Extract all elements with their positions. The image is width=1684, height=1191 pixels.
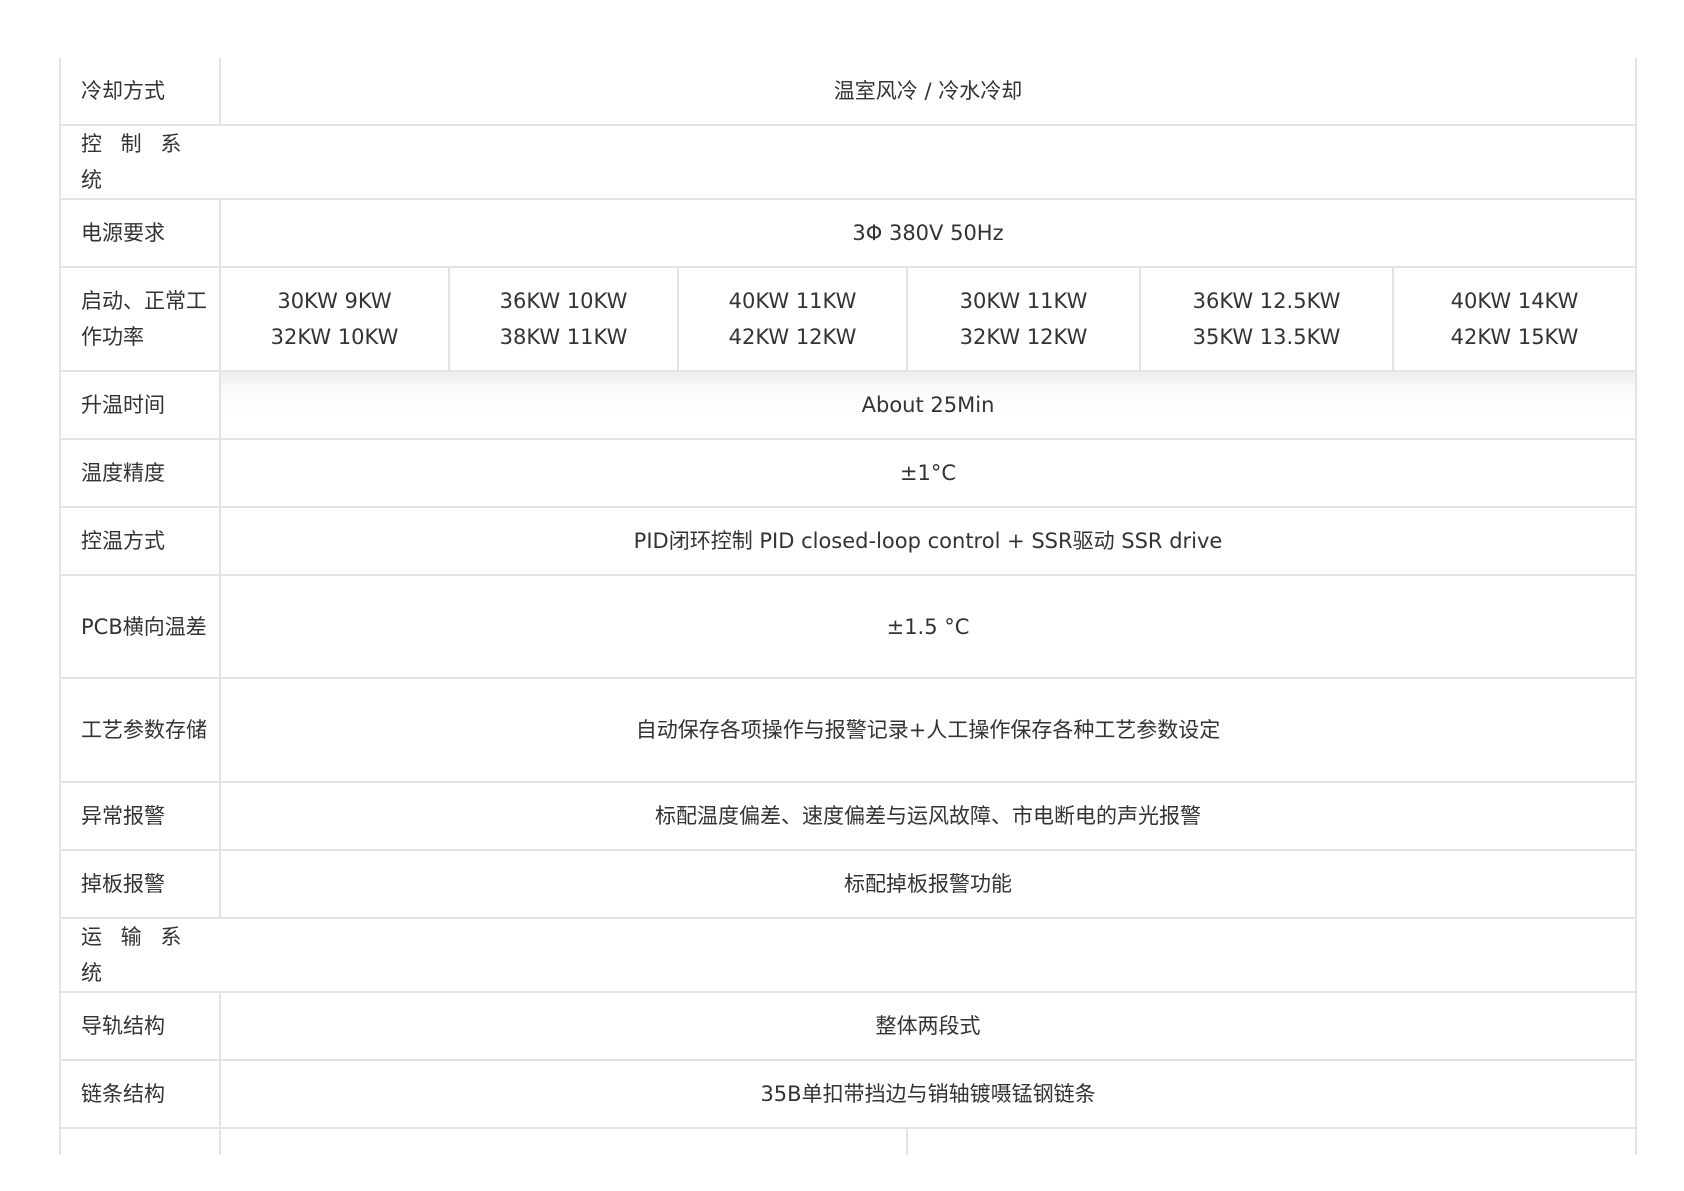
row-temp-accuracy: 温度精度 ±1°C [59,438,1638,508]
param-storage-value: 自动保存各项操作与报警记录+人工操作保存各种工艺参数设定 [218,677,1638,783]
transport-section-spacer [220,917,1638,993]
row-rail-structure: 导轨结构 整体两段式 [59,991,1638,1061]
power-rating-cell: 36KW 10KW 38KW 11KW [448,266,679,372]
row-chain-structure: 链条结构 35B单扣带挡边与销轴镀嗫锰钢链条 [59,1059,1638,1129]
power-rating-line: 38KW 11KW [499,325,628,349]
row-pcb-temp-diff: PCB横向温差 ±1.5 °C [59,574,1638,679]
power-rating-line: 30KW 9KW [277,289,392,313]
abnormal-alarm-label: 异常报警 [59,781,221,851]
row-param-storage: 工艺参数存储 自动保存各项操作与报警记录+人工操作保存各种工艺参数设定 [59,677,1638,783]
board-drop-alarm-label: 掉板报警 [59,849,221,919]
power-rating-line: 36KW 12.5KW [1192,289,1341,313]
abnormal-alarm-value: 标配温度偏差、速度偏差与运风故障、市电断电的声光报警 [218,781,1638,851]
power-rating-cell: 30KW 9KW 32KW 10KW [219,266,450,372]
transport-section-title: 运 输 系 统 [59,917,220,993]
power-rating-line: 40KW 14KW [1450,289,1579,313]
partial-cell [219,1127,908,1155]
power-rating-line: 40KW 11KW [728,289,857,313]
heatup-time-value: About 25Min [218,370,1638,440]
control-section-title: 控 制 系 统 [59,124,220,200]
row-heatup-time: 升温时间 About 25Min [59,370,1638,440]
partial-cell [905,1127,1638,1155]
power-rating-cell: 30KW 11KW 32KW 12KW [906,266,1141,372]
cooling-label: 冷却方式 [59,58,221,126]
power-rating-line: 42KW 12KW [728,325,857,349]
row-abnormal-alarm: 异常报警 标配温度偏差、速度偏差与运风故障、市电断电的声光报警 [59,781,1638,851]
power-rating-line: 36KW 10KW [499,289,628,313]
board-drop-alarm-value: 标配掉板报警功能 [218,849,1638,919]
temp-accuracy-value: ±1°C [218,438,1638,508]
pcb-temp-diff-value: ±1.5 °C [218,574,1638,679]
section-transport-system: 运 输 系 统 [59,917,1638,993]
power-rating-line: 35KW 13.5KW [1192,325,1341,349]
row-partial [59,1127,1638,1155]
row-board-drop-alarm: 掉板报警 标配掉板报警功能 [59,849,1638,919]
pcb-temp-diff-label: PCB横向温差 [59,574,221,679]
spec-table: 冷却方式 温室风冷 / 冷水冷却 控 制 系 统 电源要求 3Φ 380V 50… [59,58,1638,1155]
rail-structure-value: 整体两段式 [218,991,1638,1061]
power-rating-line: 32KW 10KW [270,325,399,349]
section-control-system: 控 制 系 统 [59,124,1638,200]
power-rating-line: 42KW 15KW [1450,325,1579,349]
heatup-time-label: 升温时间 [59,370,221,440]
cooling-value: 温室风冷 / 冷水冷却 [218,58,1638,126]
row-cooling: 冷却方式 温室风冷 / 冷水冷却 [59,58,1638,126]
chain-structure-value: 35B单扣带挡边与销轴镀嗫锰钢链条 [218,1059,1638,1129]
param-storage-label: 工艺参数存储 [59,677,221,783]
power-rating-label: 启动、正常工作功率 [59,266,221,372]
power-rating-cell: 40KW 11KW 42KW 12KW [677,266,908,372]
power-rating-cell: 40KW 14KW 42KW 15KW [1391,266,1638,372]
power-rating-line: 32KW 12KW [959,325,1088,349]
power-label: 电源要求 [59,198,221,268]
row-temp-control: 控温方式 PID闭环控制 PID closed-loop control + S… [59,506,1638,576]
temp-accuracy-label: 温度精度 [59,438,221,508]
row-power-rating: 启动、正常工作功率 30KW 9KW 32KW 10KW 36KW 10KW 3… [59,266,1638,372]
power-rating-cell: 36KW 12.5KW 35KW 13.5KW [1139,266,1394,372]
rail-structure-label: 导轨结构 [59,991,221,1061]
partial-cell [59,1127,221,1155]
temp-control-label: 控温方式 [59,506,221,576]
power-value: 3Φ 380V 50Hz [218,198,1638,268]
chain-structure-label: 链条结构 [59,1059,221,1129]
power-rating-line: 30KW 11KW [959,289,1088,313]
temp-control-value: PID闭环控制 PID closed-loop control + SSR驱动 … [218,506,1638,576]
control-section-spacer [220,124,1638,200]
row-power: 电源要求 3Φ 380V 50Hz [59,198,1638,268]
